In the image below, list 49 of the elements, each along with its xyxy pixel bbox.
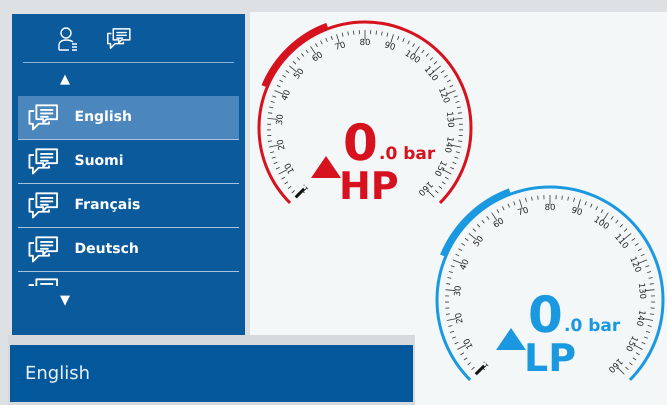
tick-label: 1. xyxy=(298,182,312,194)
gauge-unit: .0 bar xyxy=(564,316,620,336)
gauge-band xyxy=(262,22,328,88)
tick-label: 130 xyxy=(444,111,456,128)
chat-icon xyxy=(26,146,60,176)
tick-label: 150 xyxy=(622,334,640,353)
tick-label: 90 xyxy=(570,206,584,218)
scroll-down-arrow[interactable]: ▼ xyxy=(60,294,70,307)
tick-label: 160 xyxy=(416,178,434,198)
tick-label: 90 xyxy=(383,40,396,54)
tick-label: 100 xyxy=(402,48,422,66)
tick-label: 130 xyxy=(636,282,648,300)
chat-icon xyxy=(26,234,60,264)
tick-label: 70 xyxy=(516,206,530,218)
tick-label: 50 xyxy=(472,234,486,249)
gauge-band xyxy=(440,188,512,257)
language-item[interactable]: Suomi xyxy=(18,140,239,184)
tick-label: 40 xyxy=(280,88,294,102)
language-item[interactable]: Deutsch xyxy=(18,228,239,272)
tick-label: 60 xyxy=(492,216,506,231)
pointer-triangle xyxy=(496,328,526,350)
tick-label: 120 xyxy=(436,86,452,105)
pointer-triangle xyxy=(311,156,341,178)
tick-label: 20 xyxy=(454,312,466,324)
tick-label: 1. xyxy=(478,358,492,372)
tick-label: 40 xyxy=(458,258,472,272)
tick-label: 30 xyxy=(452,285,464,297)
tick-label: 60 xyxy=(310,50,326,64)
language-field[interactable]: English xyxy=(10,345,413,402)
tick-label: 100 xyxy=(592,214,611,232)
tick-label: 70 xyxy=(334,40,347,54)
person-list-icon xyxy=(57,26,79,52)
language-item[interactable]: English xyxy=(18,96,239,140)
tick-label: 80 xyxy=(544,203,556,213)
tick-label: 10 xyxy=(283,160,297,176)
language-item[interactable]: Français xyxy=(18,184,239,228)
chat-icon xyxy=(26,102,60,132)
tick-label: 140 xyxy=(442,136,455,154)
tick-label: 120 xyxy=(627,255,643,274)
tick-label: 80 xyxy=(360,38,370,48)
chat-icon xyxy=(26,190,60,220)
tick-label: 160 xyxy=(606,356,624,374)
tick-label: 140 xyxy=(634,309,647,327)
tick-label: 10 xyxy=(462,336,476,350)
tick-label: 50 xyxy=(292,66,307,82)
chat-icon xyxy=(105,27,133,51)
tick-label: 20 xyxy=(276,138,288,151)
tick-label: 30 xyxy=(274,114,286,126)
scroll-up-arrow[interactable]: ▲ xyxy=(60,73,70,86)
